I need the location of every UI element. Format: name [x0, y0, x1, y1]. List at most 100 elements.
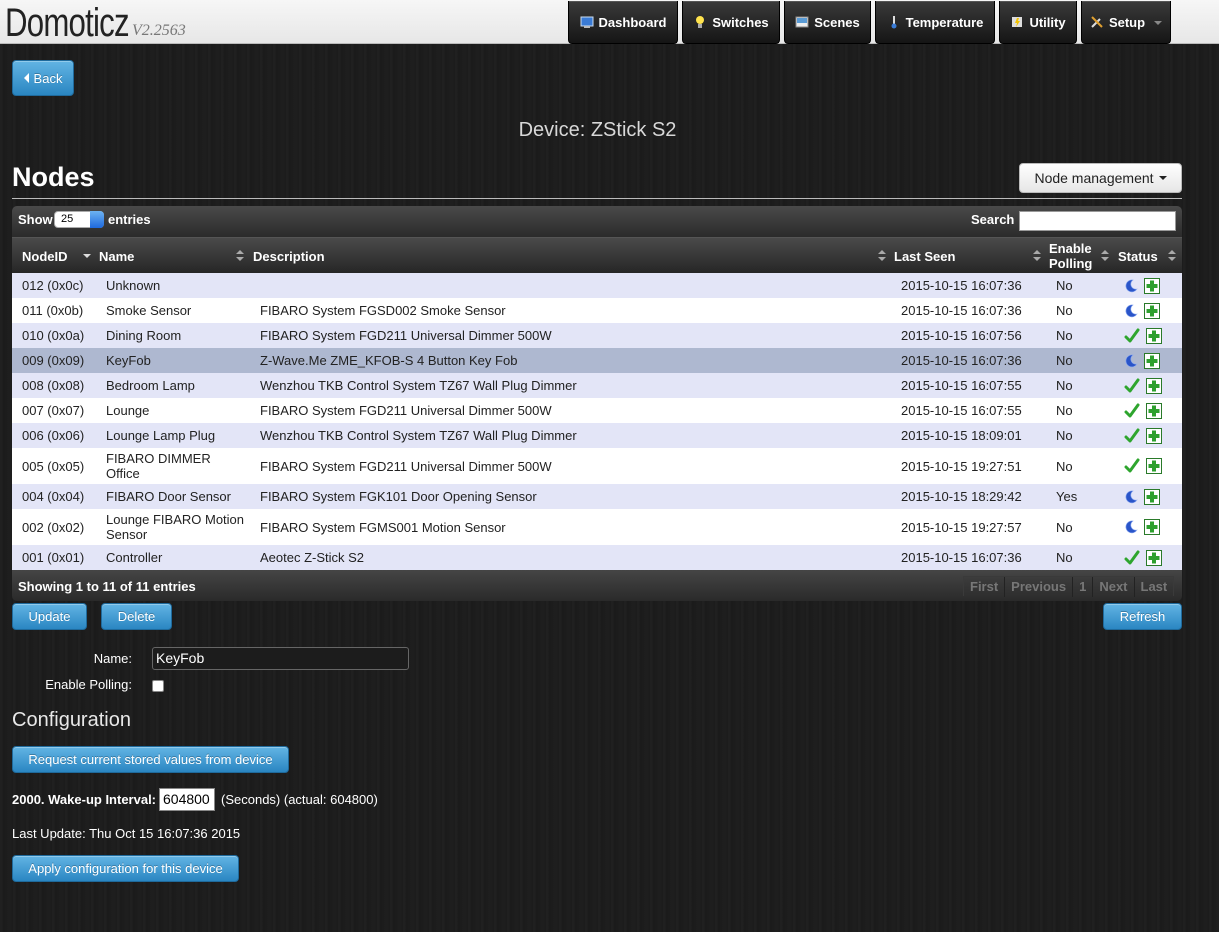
nav-scenes[interactable]: Scenes — [784, 1, 871, 44]
cell-nodeid: 004 (0x04) — [22, 489, 85, 504]
ok-check-icon — [1124, 550, 1140, 564]
cell-status — [1124, 348, 1160, 373]
caret-down-icon — [1158, 176, 1167, 180]
cell-status — [1124, 509, 1160, 545]
column-header-enable-polling[interactable]: Enable Polling — [1049, 238, 1099, 274]
tools-icon — [1091, 16, 1103, 28]
nav-setup[interactable]: Setup — [1081, 1, 1171, 44]
cell-description: Wenzhou TKB Control System TZ67 Wall Plu… — [260, 428, 577, 443]
sort-icon — [1033, 250, 1041, 262]
cell-description: Wenzhou TKB Control System TZ67 Wall Plu… — [260, 378, 577, 393]
cell-nodeid: 011 (0x0b) — [22, 303, 84, 318]
pager-first[interactable]: First — [964, 577, 1006, 597]
table-row[interactable]: 012 (0x0c) Unknown 2015-10-15 16:07:36 No — [12, 273, 1182, 298]
update-button[interactable]: Update — [12, 603, 87, 630]
node-management-dropdown[interactable]: Node management — [1019, 163, 1182, 193]
cell-last-seen: 2015-10-15 16:07:36 — [901, 278, 1022, 293]
table-info: Showing 1 to 11 of 11 entries — [18, 579, 196, 594]
cell-last-seen: 2015-10-15 19:27:57 — [901, 519, 1022, 535]
table-row[interactable]: 009 (0x09) KeyFob Z-Wave.Me ZME_KFOB-S 4 B… — [12, 348, 1182, 373]
cell-last-seen: 2015-10-15 18:29:42 — [901, 489, 1022, 504]
cell-enable-polling: No — [1056, 378, 1073, 393]
add-node-icon[interactable] — [1144, 302, 1160, 319]
cell-enable-polling: No — [1056, 428, 1073, 443]
ok-check-icon — [1124, 403, 1140, 417]
cell-nodeid: 001 (0x01) — [22, 550, 85, 565]
back-label: Back — [33, 70, 63, 86]
nav-label: Switches — [712, 14, 769, 30]
column-header-nodeid[interactable]: NodeID — [22, 238, 68, 274]
pager-page-1[interactable]: 1 — [1073, 577, 1094, 597]
add-node-icon[interactable] — [1144, 352, 1160, 369]
cell-last-seen: 2015-10-15 19:27:51 — [901, 458, 1022, 474]
pager-last[interactable]: Last — [1134, 577, 1174, 597]
back-button[interactable]: Back — [12, 60, 74, 96]
name-input[interactable]: KeyFob — [152, 647, 409, 670]
ok-check-icon — [1124, 428, 1140, 442]
table-row[interactable]: 006 (0x06) Lounge Lamp Plug Wenzhou TKB Co… — [12, 423, 1182, 448]
apply-configuration-button[interactable]: Apply configuration for this device — [12, 855, 239, 882]
nav-temperature[interactable]: Temperature — [875, 1, 995, 44]
brand-logo[interactable]: Domoticz — [5, 1, 130, 46]
nav-utility[interactable]: Utility — [999, 1, 1077, 44]
pagination: First Previous 1 Next Last — [963, 576, 1175, 597]
sleeping-moon-icon — [1125, 354, 1138, 367]
divider — [12, 198, 1182, 199]
table-row[interactable]: 001 (0x01) Controller Aeotec Z-Stick S2 201… — [12, 545, 1182, 570]
sort-desc-icon — [83, 254, 91, 258]
request-values-button[interactable]: Request current stored values from devic… — [12, 746, 289, 773]
add-node-icon[interactable] — [1146, 402, 1162, 419]
cell-name: Lounge — [106, 403, 150, 418]
nav-switches[interactable]: Switches — [682, 1, 780, 44]
pager-previous[interactable]: Previous — [1005, 577, 1074, 597]
cell-description: Z-Wave.Me ZME_KFOB-S 4 Button Key Fob — [260, 353, 518, 368]
enable-polling-checkbox[interactable] — [152, 680, 164, 692]
sort-icon — [1101, 250, 1109, 262]
refresh-button[interactable]: Refresh — [1103, 603, 1182, 630]
node-management-label: Node management — [1034, 170, 1154, 186]
column-header-status[interactable]: Status — [1118, 238, 1158, 274]
cell-name: Lounge FIBARO Motion Sensor — [106, 512, 245, 542]
add-node-icon[interactable] — [1146, 377, 1162, 394]
search-input[interactable] — [1019, 211, 1176, 231]
cell-last-seen: 2015-10-15 16:07:56 — [901, 328, 1022, 343]
add-node-icon[interactable] — [1146, 327, 1162, 344]
cell-description: FIBARO System FGK101 Door Opening Sensor — [260, 489, 537, 504]
delete-button[interactable]: Delete — [101, 603, 172, 630]
column-header-name[interactable]: Name — [99, 238, 134, 274]
cell-name: Smoke Sensor — [106, 303, 192, 318]
column-header-last-seen[interactable]: Last Seen — [894, 238, 955, 274]
add-node-icon[interactable] — [1146, 549, 1162, 566]
add-node-icon[interactable] — [1144, 519, 1160, 535]
table-row[interactable]: 002 (0x02) Lounge FIBARO Motion Sensor FIB… — [12, 509, 1182, 545]
page-length-select[interactable]: 25 — [54, 211, 104, 228]
column-header-description[interactable]: Description — [253, 238, 325, 274]
table-row[interactable]: 007 (0x07) Lounge FIBARO System FGD211 Uni… — [12, 398, 1182, 423]
search-label: Search : — [971, 212, 1023, 227]
cell-nodeid: 007 (0x07) — [22, 403, 85, 418]
table-row[interactable]: 011 (0x0b) Smoke Sensor FIBARO System FGSD… — [12, 298, 1182, 323]
pager-next[interactable]: Next — [1093, 577, 1135, 597]
show-label: Show — [18, 212, 53, 227]
wakeup-interval-label: 2000. Wake-up Interval: — [12, 792, 157, 807]
cell-name: Lounge Lamp Plug — [106, 428, 216, 443]
table-row[interactable]: 004 (0x04) FIBARO Door Sensor FIBARO Syste… — [12, 484, 1182, 509]
table-row[interactable]: 008 (0x08) Bedroom Lamp Wenzhou TKB Contro… — [12, 373, 1182, 398]
top-header: Domoticz V2.2563 Dashboard Switches Scen… — [0, 0, 1219, 46]
wakeup-interval-input[interactable]: 604800 — [159, 788, 215, 811]
add-node-icon[interactable] — [1144, 488, 1160, 505]
sleeping-moon-icon — [1125, 304, 1138, 317]
cell-status — [1124, 398, 1162, 423]
cell-description: FIBARO System FGD211 Universal Dimmer 50… — [260, 458, 552, 474]
arrow-left-icon — [23, 73, 29, 83]
table-row[interactable]: 005 (0x05) FIBARO DIMMER Office FIBARO Sys… — [12, 448, 1182, 484]
nav-dashboard[interactable]: Dashboard — [568, 1, 678, 44]
table-row[interactable]: 010 (0x0a) Dining Room FIBARO System FGD21… — [12, 323, 1182, 348]
sort-icon — [878, 250, 886, 262]
add-node-icon[interactable] — [1146, 458, 1162, 474]
cell-last-seen: 2015-10-15 16:07:36 — [901, 303, 1022, 318]
add-node-icon[interactable] — [1144, 277, 1160, 294]
add-node-icon[interactable] — [1146, 427, 1162, 444]
name-label: Name: — [93, 651, 132, 666]
cell-enable-polling: No — [1056, 278, 1073, 293]
